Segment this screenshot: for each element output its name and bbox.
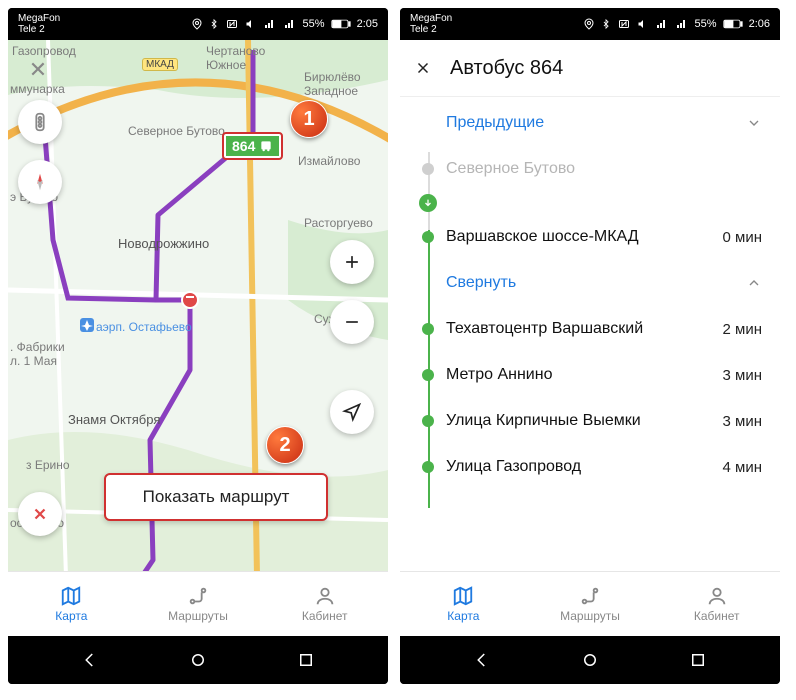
statusbar: MegaFonTele 2 55% 2:05 — [8, 8, 388, 40]
back-icon[interactable] — [81, 651, 99, 669]
stop-row[interactable]: Северное Бутово — [400, 146, 780, 192]
tab-routes[interactable]: Маршруты — [527, 572, 654, 636]
stop-dot-icon — [422, 231, 434, 243]
close-route-button[interactable] — [18, 492, 62, 536]
stop-name: Варшавское шоссе-МКАД — [446, 228, 639, 246]
stop-dot-icon — [422, 323, 434, 335]
stop-time: 3 мин — [723, 413, 763, 430]
stop-dot-icon — [422, 369, 434, 381]
stop-dot-icon — [422, 461, 434, 473]
stop-dot-icon — [422, 415, 434, 427]
chevron-down-icon — [746, 115, 762, 131]
bus-icon — [259, 139, 273, 153]
bottom-tabs: Карта Маршруты Кабинет — [8, 571, 388, 636]
zoom-in-button[interactable] — [330, 240, 374, 284]
nfc-icon — [617, 18, 631, 30]
location-icon — [191, 18, 203, 30]
stop-time: 0 мин — [723, 229, 763, 246]
stop-name: Улица Кирпичные Выемки — [446, 412, 641, 430]
back-icon[interactable] — [473, 651, 491, 669]
close-icon[interactable]: ✕ — [16, 48, 60, 92]
callout-1: 1 — [290, 100, 328, 138]
route-header: Автобус 864 — [400, 40, 780, 97]
bus-number: 864 — [232, 138, 255, 154]
tab-account[interactable]: Кабинет — [653, 572, 780, 636]
stop-time: 4 мин — [723, 459, 763, 476]
status-time: 2:05 — [357, 18, 378, 30]
callout-2: 2 — [266, 426, 304, 464]
routes-icon — [187, 585, 209, 607]
home-icon[interactable] — [189, 651, 207, 669]
map-icon — [60, 585, 82, 607]
battery-icon — [723, 18, 743, 30]
bus-badge[interactable]: 864 — [222, 132, 283, 160]
tab-routes[interactable]: Маршруты — [135, 572, 262, 636]
signal-icon-2 — [283, 18, 297, 30]
stop-name: Северное Бутово — [446, 160, 575, 178]
route-stops-list[interactable]: Предыдущие Северное Бутово Варшавское шо… — [400, 96, 780, 572]
status-time: 2:06 — [749, 18, 770, 30]
android-navbar — [400, 636, 780, 684]
carrier-labels: MegaFonTele 2 — [410, 13, 452, 35]
battery-pct: 55% — [695, 18, 717, 30]
bluetooth-icon — [601, 18, 611, 30]
bottom-tabs: Карта Маршруты Кабинет — [400, 571, 780, 636]
battery-icon — [331, 18, 351, 30]
current-position-icon — [419, 194, 437, 212]
road-label-mkad: МКАД — [142, 58, 178, 71]
stop-row[interactable]: Метро Аннино 3 мин — [400, 352, 780, 398]
map-canvas[interactable]: Газопровод ммунарка МКАД Чертаново Южное… — [8, 40, 388, 636]
phone-right: MegaFonTele 2 55% 2:06 Автобус 864 Преды… — [400, 8, 780, 684]
phone-left: MegaFonTele 2 55% 2:05 — [8, 8, 388, 684]
traffic-button[interactable] — [18, 100, 62, 144]
stop-dot-icon — [422, 163, 434, 175]
stop-row[interactable]: Техавтоцентр Варшавский 2 мин — [400, 306, 780, 352]
bluetooth-icon — [209, 18, 219, 30]
zoom-out-button[interactable] — [330, 300, 374, 344]
stop-row[interactable]: Улица Газопровод 4 мин — [400, 444, 780, 490]
nfc-icon — [225, 18, 239, 30]
account-icon — [706, 585, 728, 607]
locate-button[interactable] — [330, 390, 374, 434]
recent-icon[interactable] — [689, 651, 707, 669]
battery-pct: 55% — [303, 18, 325, 30]
location-icon — [583, 18, 595, 30]
tab-map[interactable]: Карта — [8, 572, 135, 636]
stop-name: Метро Аннино — [446, 366, 552, 384]
signal-icon-2 — [675, 18, 689, 30]
tab-account[interactable]: Кабинет — [261, 572, 388, 636]
android-navbar — [8, 636, 388, 684]
collapse-toggle[interactable]: Свернуть — [400, 260, 780, 306]
route-title: Автобус 864 — [450, 57, 563, 80]
account-icon — [314, 585, 336, 607]
recent-icon[interactable] — [297, 651, 315, 669]
chevron-up-icon — [746, 275, 762, 291]
stop-time: 2 мин — [723, 321, 763, 338]
stop-row[interactable]: Варшавское шоссе-МКАД 0 мин — [400, 214, 780, 260]
compass-button[interactable] — [18, 160, 62, 204]
mute-icon — [637, 18, 649, 30]
signal-icon — [655, 18, 669, 30]
map-icon — [452, 585, 474, 607]
show-route-button[interactable]: Показать маршрут — [104, 473, 328, 521]
previous-stops-toggle[interactable]: Предыдущие — [400, 96, 780, 146]
home-icon[interactable] — [581, 651, 599, 669]
close-icon[interactable] — [414, 59, 432, 77]
routes-icon — [579, 585, 601, 607]
stop-name: Улица Газопровод — [446, 458, 581, 476]
carrier-labels: MegaFonTele 2 — [18, 13, 60, 35]
statusbar: MegaFonTele 2 55% 2:06 — [400, 8, 780, 40]
mute-icon — [245, 18, 257, 30]
signal-icon — [263, 18, 277, 30]
stop-row[interactable]: Улица Кирпичные Выемки 3 мин — [400, 398, 780, 444]
stop-time: 3 мин — [723, 367, 763, 384]
tab-map[interactable]: Карта — [400, 572, 527, 636]
stop-name: Техавтоцентр Варшавский — [446, 320, 643, 338]
